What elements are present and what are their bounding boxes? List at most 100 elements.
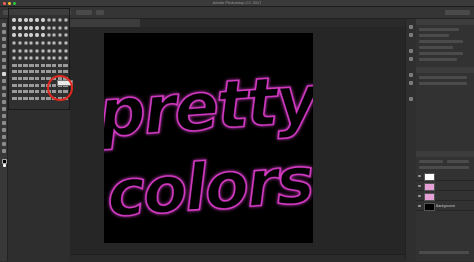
brush-preset[interactable] [17, 96, 23, 100]
brush-preset[interactable] [57, 56, 62, 61]
brush-preset[interactable] [40, 83, 46, 87]
layer-row[interactable]: Background [416, 202, 474, 211]
brush-preset[interactable] [12, 56, 17, 61]
brush-preset[interactable] [12, 18, 17, 23]
opacity-field[interactable] [447, 160, 469, 163]
brush-preset[interactable] [46, 25, 51, 30]
brush-preset[interactable] [52, 41, 57, 46]
brush-preset[interactable] [63, 18, 68, 23]
brush-preset[interactable] [35, 18, 40, 23]
brush-preset[interactable] [52, 33, 57, 38]
eye-icon[interactable] [418, 175, 421, 177]
brush-preset[interactable] [34, 96, 40, 100]
hand-tool-icon[interactable] [1, 142, 6, 146]
background-color-swatch[interactable] [3, 164, 6, 167]
healing-tool-icon[interactable] [1, 65, 6, 69]
brush-preset[interactable] [29, 90, 34, 94]
type-tool-icon[interactable] [1, 121, 6, 125]
brush-preset[interactable] [29, 76, 34, 80]
brush-preset[interactable] [46, 63, 51, 67]
brush-preset[interactable] [29, 70, 34, 74]
flow-field[interactable] [76, 10, 92, 15]
brush-preset[interactable] [12, 25, 17, 30]
brush-preset[interactable] [12, 33, 17, 38]
brush-preset[interactable] [18, 18, 23, 23]
brush-preset[interactable] [57, 70, 63, 74]
brush-preset[interactable] [52, 25, 57, 30]
brush-preset[interactable] [51, 70, 57, 74]
history-icon[interactable] [409, 25, 413, 29]
pen-tool-icon[interactable] [1, 114, 6, 118]
eraser-tool-icon[interactable] [1, 86, 6, 90]
layers-panel-tab[interactable] [416, 151, 474, 157]
brush-preset[interactable] [52, 48, 57, 53]
eyedropper-tool-icon[interactable] [1, 58, 6, 62]
brush-preset[interactable] [35, 41, 40, 46]
brush-preset[interactable] [29, 83, 34, 87]
brush-preset[interactable] [29, 96, 34, 100]
brush-preset[interactable] [63, 63, 68, 67]
brush-preset[interactable] [12, 76, 17, 80]
brush-preset[interactable] [18, 33, 23, 38]
brush-preset[interactable] [18, 25, 23, 30]
brush-preset[interactable] [46, 70, 51, 74]
brush-preset[interactable] [12, 96, 17, 100]
adjustments-icon[interactable] [409, 33, 413, 37]
brush-preset[interactable] [46, 33, 51, 38]
brush-preset[interactable] [23, 48, 28, 53]
brush-preset[interactable] [40, 41, 45, 46]
brush-preset[interactable] [23, 90, 28, 94]
brush-preset[interactable] [35, 33, 40, 38]
brush-preset[interactable] [63, 41, 68, 46]
move-tool-icon[interactable] [1, 23, 6, 27]
brush-preset[interactable] [34, 90, 40, 94]
brush-preset[interactable] [12, 70, 17, 74]
brush-preset[interactable] [23, 63, 28, 67]
brush-preset[interactable] [63, 25, 68, 30]
brush-preset[interactable] [57, 25, 62, 30]
document-tab[interactable] [70, 19, 140, 27]
brush-preset[interactable] [46, 41, 51, 46]
brush-preset[interactable] [46, 18, 51, 23]
workspace-select[interactable] [445, 10, 470, 15]
brush-preset[interactable] [35, 48, 40, 53]
brush-preset[interactable] [18, 56, 23, 61]
brush-preset[interactable] [12, 83, 17, 87]
brush-preset[interactable] [34, 70, 40, 74]
lasso-tool-icon[interactable] [1, 37, 6, 41]
blend-mode-select[interactable] [419, 160, 443, 163]
brush-preset[interactable] [63, 33, 68, 38]
brush-preset[interactable] [40, 56, 45, 61]
airbrush-icon[interactable] [96, 10, 104, 15]
brush-preset[interactable] [63, 56, 68, 61]
brush-preset[interactable] [40, 90, 46, 94]
brush-preset[interactable] [40, 76, 46, 80]
zoom-tool-icon[interactable] [1, 149, 6, 153]
paragraph-icon[interactable] [409, 81, 413, 85]
brush-preset[interactable] [46, 56, 51, 61]
brush-preset[interactable] [29, 56, 34, 61]
brush-preset[interactable] [63, 48, 68, 53]
path-select-tool-icon[interactable] [1, 128, 6, 132]
character-icon[interactable] [409, 73, 413, 77]
brush-preset[interactable] [57, 18, 62, 23]
brush-preset[interactable] [12, 48, 17, 53]
brush-preset[interactable] [23, 33, 28, 38]
brush-preset[interactable] [57, 33, 62, 38]
glyphs-icon[interactable] [409, 97, 413, 101]
brush-preset[interactable] [40, 25, 45, 30]
layer-row[interactable] [416, 172, 474, 181]
artboard[interactable]: pretty colors [94, 33, 325, 243]
brush-preset[interactable] [23, 83, 28, 87]
brush-preset[interactable] [17, 76, 23, 80]
brush-preset[interactable] [23, 70, 28, 74]
brush-preset[interactable] [29, 33, 34, 38]
eye-icon[interactable] [418, 185, 421, 187]
brush-preset[interactable] [18, 48, 23, 53]
clone-source-icon[interactable] [409, 57, 413, 61]
brush-preset[interactable] [29, 18, 34, 23]
brush-preset[interactable] [23, 25, 28, 30]
brush-preset[interactable] [18, 41, 23, 46]
brush-preset[interactable] [35, 56, 40, 61]
brush-preset[interactable] [46, 48, 51, 53]
